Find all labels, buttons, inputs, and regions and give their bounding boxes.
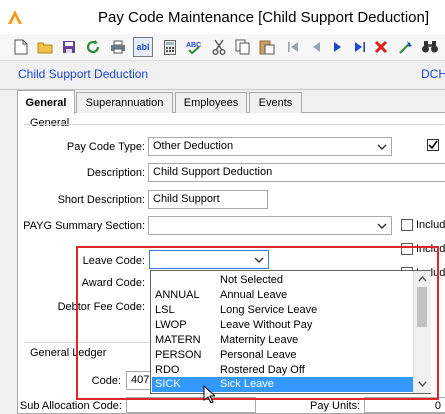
list-item[interactable]: LSL Long Service Leave (152, 303, 413, 318)
general-group-label: General (30, 117, 70, 129)
mouse-cursor-icon (203, 384, 217, 406)
include-label-2: Includ (416, 243, 445, 255)
list-item-selected[interactable]: SICK Sick Leave (152, 377, 413, 392)
leave-code-select[interactable] (149, 250, 269, 269)
list-item[interactable]: RDO Rostered Day Off (152, 363, 413, 378)
chevron-down-icon (377, 223, 387, 229)
option-description: Personal Leave (220, 349, 297, 361)
app-logo-icon (6, 8, 24, 26)
description-label: Description: (86, 167, 145, 179)
description-input[interactable]: Child Support Deduction (148, 163, 445, 182)
list-item[interactable]: MATERN Maternity Leave (152, 333, 413, 348)
option-code: SICK (155, 378, 181, 390)
scrollbar-thumb[interactable] (417, 287, 427, 327)
calculator-icon[interactable] (160, 37, 180, 57)
record-title: Child Support Deduction (18, 67, 149, 81)
checkmark-icon (428, 140, 438, 150)
paste-icon[interactable] (257, 37, 277, 57)
option-description: Maternity Leave (220, 334, 299, 346)
dropdown-scrollbar[interactable] (413, 271, 431, 393)
option-code: MATERN (155, 334, 201, 346)
print-icon[interactable] (108, 37, 128, 57)
binoculars-icon[interactable] (420, 37, 440, 57)
include-checkbox-1[interactable] (401, 219, 413, 231)
chevron-down-icon (377, 144, 387, 150)
list-item[interactable]: PERSON Personal Leave (152, 348, 413, 363)
option-description: Not Selected (220, 274, 283, 286)
option-description: Long Service Leave (220, 304, 318, 316)
option-description: Leave Without Pay (220, 319, 313, 331)
general-ledger-group-divider (24, 342, 150, 343)
refresh-icon[interactable] (83, 37, 103, 57)
spellcheck-icon[interactable]: ABC (184, 37, 204, 57)
leave-code-dropdown-list: Not Selected ANNUAL Annual Leave LSL Long … (150, 270, 431, 394)
run-icon[interactable] (396, 37, 416, 57)
option-code: RDO (155, 364, 180, 376)
tab-superannuation[interactable]: Superannuation (76, 92, 173, 113)
record-code: DCH (421, 67, 445, 81)
gl-code-label: Code: (91, 375, 121, 387)
option-description: Annual Leave (220, 289, 288, 301)
payg-summary-section-select[interactable] (148, 216, 392, 235)
copy-icon[interactable] (233, 37, 253, 57)
option-description: Rostered Day Off (220, 364, 305, 376)
list-item[interactable]: LWOP Leave Without Pay (152, 318, 413, 333)
chevron-down-icon (254, 257, 264, 263)
general-group-divider (24, 124, 444, 125)
toolbar: abl ABC (0, 34, 445, 61)
general-ledger-group-label: General Ledger (30, 347, 107, 359)
include-label-1: Includ (416, 219, 445, 231)
first-record-icon[interactable] (283, 37, 303, 57)
window-title: Pay Code Maintenance [Child Support Dedu… (98, 9, 430, 26)
list-item[interactable]: ANNUAL Annual Leave (152, 288, 413, 303)
award-code-label: Award Code: (81, 277, 145, 289)
debtor-fee-code-label: Debtor Fee Code: (57, 301, 145, 313)
pay-code-type-label: Pay Code Type: (66, 141, 145, 153)
scroll-down-icon[interactable] (414, 377, 431, 391)
option-description: Sick Leave (220, 378, 274, 390)
pay-code-type-value: Other Deduction (153, 140, 234, 152)
list-item[interactable]: Not Selected (152, 273, 413, 288)
short-description-label: Short Description: (57, 194, 145, 206)
include-checkbox-2[interactable] (401, 243, 413, 255)
payg-summary-section-label: PAYG Summary Section: (23, 220, 145, 232)
last-record-icon[interactable] (350, 37, 370, 57)
open-icon[interactable] (35, 37, 55, 57)
previous-record-icon[interactable] (306, 37, 326, 57)
tab-events[interactable]: Events (249, 92, 302, 113)
pay-units-label: Pay Units: (310, 400, 361, 412)
option-code: PERSON (155, 349, 202, 361)
leave-code-label: Leave Code: (82, 255, 145, 267)
save-icon[interactable] (59, 37, 79, 57)
scroll-up-icon[interactable] (414, 272, 431, 286)
tab-employees[interactable]: Employees (175, 92, 247, 113)
new-icon[interactable] (11, 37, 31, 57)
sub-allocation-code-label: Sub Allocation Code: (19, 400, 122, 412)
next-record-icon[interactable] (328, 37, 348, 57)
pay-code-active-checkbox[interactable] (427, 139, 439, 151)
option-code: LSL (155, 304, 175, 316)
option-code: ANNUAL (155, 289, 200, 301)
tab-general[interactable]: General (17, 90, 75, 114)
cut-icon[interactable] (209, 37, 229, 57)
short-description-input[interactable]: Child Support (148, 190, 268, 209)
option-code: LWOP (155, 319, 187, 331)
delete-icon[interactable] (371, 37, 391, 57)
pay-code-type-select[interactable]: Other Deduction (148, 137, 392, 156)
abl-icon[interactable]: abl (133, 37, 153, 57)
gl-code-input[interactable]: 4075 (126, 371, 152, 390)
